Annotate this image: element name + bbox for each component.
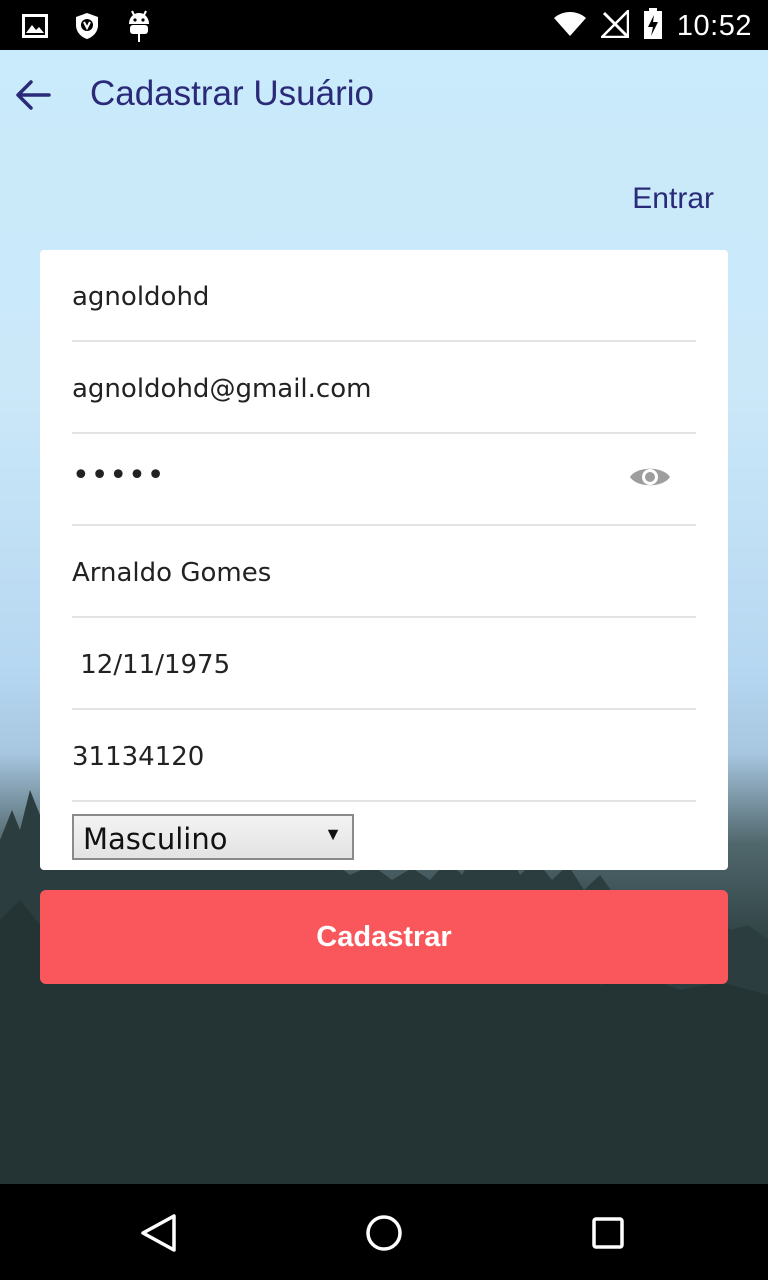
no-signal-icon: [598, 7, 630, 43]
full-name-value: Arnaldo Gomes: [72, 558, 272, 588]
email-value: agnoldohd@gmail.com: [72, 374, 372, 404]
email-field[interactable]: agnoldohd@gmail.com: [72, 342, 696, 434]
image-icon: [22, 14, 48, 43]
register-button[interactable]: Cadastrar: [40, 890, 728, 984]
recents-square-icon[interactable]: [583, 1208, 633, 1258]
gender-select[interactable]: Masculino ▼: [72, 814, 354, 860]
android-icon: [126, 10, 152, 47]
arrow-back-icon: [16, 80, 51, 110]
eye-icon[interactable]: [628, 462, 672, 492]
app-screen: Cadastrar Usuário Entrar agnoldohd agnol…: [0, 50, 768, 1184]
phone-field[interactable]: 31134120: [72, 710, 696, 802]
full-name-field[interactable]: Arnaldo Gomes: [72, 526, 696, 618]
gender-selected-value: Masculino: [83, 822, 228, 856]
login-link[interactable]: Entrar: [632, 182, 714, 216]
status-clock: 10:52: [676, 10, 752, 42]
registration-form: agnoldohd agnoldohd@gmail.com ••••• Arna…: [40, 250, 728, 870]
back-button[interactable]: [10, 72, 56, 118]
toolbar: Cadastrar Usuário: [0, 50, 768, 140]
battery-charging-icon: [643, 8, 663, 45]
home-circle-icon[interactable]: [359, 1208, 409, 1258]
password-value: •••••: [72, 458, 166, 493]
dropdown-caret-icon: ▼: [324, 824, 342, 844]
back-triangle-icon[interactable]: [134, 1208, 184, 1258]
phone-value: 31134120: [72, 742, 205, 772]
password-field[interactable]: •••••: [72, 434, 696, 526]
page-title: Cadastrar Usuário: [90, 74, 374, 113]
wifi-icon: [553, 11, 587, 42]
username-value: agnoldohd: [72, 282, 210, 312]
vpn-shield-icon: [74, 12, 100, 45]
status-bar: 10:52: [0, 0, 768, 50]
username-field[interactable]: agnoldohd: [72, 250, 696, 342]
birth-date-value: 12/11/1975: [72, 650, 231, 680]
navigation-bar: [0, 1184, 768, 1280]
birth-date-field[interactable]: 12/11/1975: [72, 618, 696, 710]
